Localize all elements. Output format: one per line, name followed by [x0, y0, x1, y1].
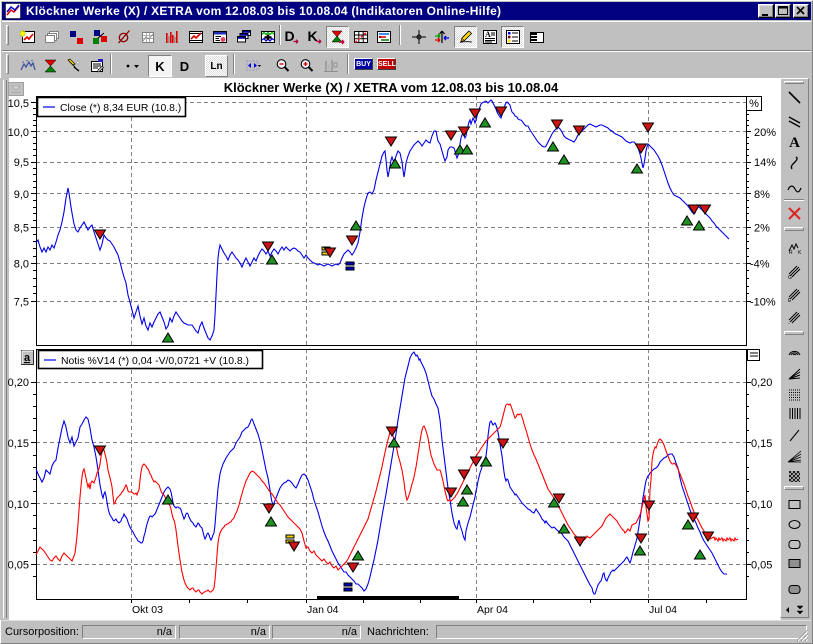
svg-text:Notis %V14 (*) 0,04 -V/0,0721: Notis %V14 (*) 0,04 -V/0,0721 +V (10.8.): [61, 356, 249, 367]
svg-text:0,10: 0,10: [8, 499, 29, 511]
svg-text:20%: 20%: [754, 127, 776, 139]
svg-text:-: -: [788, 321, 790, 326]
svg-text:7,5: 7,5: [14, 297, 29, 309]
svg-text:8%: 8%: [754, 189, 770, 201]
svg-text:-10%: -10%: [750, 297, 776, 309]
svg-text:Klöckner Werke (X) / XETRA vom: Klöckner Werke (X) / XETRA vom 12.08.03 …: [224, 80, 559, 95]
svg-text:R: R: [789, 250, 793, 256]
svg-text:10,0: 10,0: [8, 127, 29, 139]
svg-text:0,15: 0,15: [751, 438, 772, 450]
svg-text:Jul 04: Jul 04: [649, 604, 677, 616]
svg-text:Apr 04: Apr 04: [477, 604, 508, 616]
svg-text:8,0: 8,0: [14, 259, 29, 271]
svg-text:9,0: 9,0: [14, 189, 29, 201]
svg-text:a: a: [24, 352, 31, 364]
svg-text:0,15: 0,15: [8, 438, 29, 450]
svg-text:K: K: [798, 250, 802, 256]
svg-text:D: D: [284, 29, 294, 44]
svg-text:0,10: 0,10: [751, 499, 772, 511]
svg-text:A: A: [789, 135, 800, 150]
svg-text:2%: 2%: [754, 223, 770, 235]
svg-text:K: K: [307, 29, 317, 44]
svg-text:E: E: [788, 298, 792, 303]
svg-text:Close (*) 8,34 EUR (10.8.): Close (*) 8,34 EUR (10.8.): [60, 103, 181, 114]
svg-text:Jan 04: Jan 04: [307, 604, 339, 616]
svg-text:G: G: [788, 275, 792, 280]
svg-text:%: %: [749, 98, 759, 110]
svg-text:14%: 14%: [754, 157, 776, 169]
svg-text:8,5: 8,5: [14, 223, 29, 235]
svg-text:A: A: [485, 30, 491, 39]
svg-text:10,5: 10,5: [8, 98, 29, 110]
svg-text:0,20: 0,20: [8, 377, 29, 389]
svg-text:0,05: 0,05: [8, 560, 29, 572]
svg-text:0,05: 0,05: [751, 560, 772, 572]
svg-text:-4%: -4%: [750, 259, 770, 271]
svg-text:Okt 03: Okt 03: [132, 604, 163, 616]
svg-text:9,5: 9,5: [14, 157, 29, 169]
svg-text:0,20: 0,20: [751, 377, 772, 389]
